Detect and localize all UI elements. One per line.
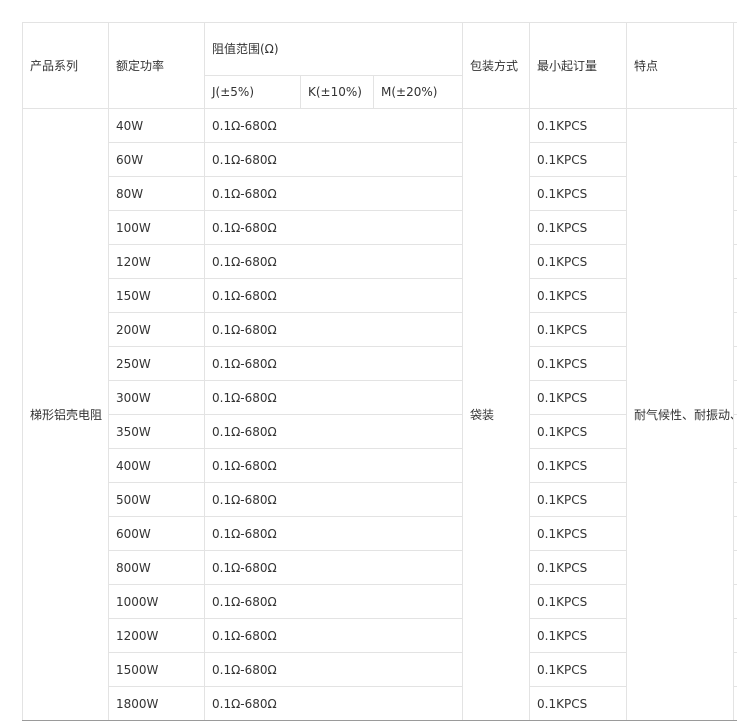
resistance-cell: 0.1Ω-680Ω (205, 415, 463, 449)
resistance-cell: 0.1Ω-680Ω (205, 313, 463, 347)
power-cell: 350W (109, 415, 205, 449)
moq-cell: 0.1KPCS (530, 585, 627, 619)
moq-cell: 0.1KPCS (530, 177, 627, 211)
power-cell: 800W (109, 551, 205, 585)
resistance-cell: 0.1Ω-680Ω (205, 279, 463, 313)
moq-cell: 0.1KPCS (530, 313, 627, 347)
extra-cell (734, 449, 737, 483)
resistance-cell: 0.1Ω-680Ω (205, 143, 463, 177)
power-cell: 40W (109, 109, 205, 143)
extra-cell (734, 483, 737, 517)
header-resistance-range: 阻值范围(Ω) (205, 23, 463, 76)
moq-cell: 0.1KPCS (530, 109, 627, 143)
resistance-cell: 0.1Ω-680Ω (205, 687, 463, 721)
resistance-cell: 0.1Ω-680Ω (205, 449, 463, 483)
extra-cell (734, 381, 737, 415)
moq-cell: 0.1KPCS (530, 653, 627, 687)
extra-cell (734, 177, 737, 211)
header-features: 特点 (627, 23, 734, 109)
extra-cell (734, 313, 737, 347)
resistance-cell: 0.1Ω-680Ω (205, 109, 463, 143)
moq-cell: 0.1KPCS (530, 279, 627, 313)
moq-cell: 0.1KPCS (530, 551, 627, 585)
moq-cell: 0.1KPCS (530, 347, 627, 381)
extra-cell (734, 109, 737, 143)
extra-cell (734, 687, 737, 721)
power-cell: 1500W (109, 653, 205, 687)
extra-cell (734, 211, 737, 245)
power-cell: 400W (109, 449, 205, 483)
power-cell: 60W (109, 143, 205, 177)
power-cell: 600W (109, 517, 205, 551)
power-cell: 150W (109, 279, 205, 313)
power-cell: 300W (109, 381, 205, 415)
header-tolerance-j: J(±5%) (205, 75, 301, 108)
power-cell: 80W (109, 177, 205, 211)
power-cell: 1800W (109, 687, 205, 721)
moq-cell: 0.1KPCS (530, 415, 627, 449)
resistance-cell: 0.1Ω-680Ω (205, 381, 463, 415)
resistance-cell: 0.1Ω-680Ω (205, 653, 463, 687)
power-cell: 250W (109, 347, 205, 381)
table-row: 梯形铝壳电阻40W0.1Ω-680Ω袋装0.1KPCS耐气候性、耐振动、安全性、… (23, 109, 737, 143)
moq-cell: 0.1KPCS (530, 687, 627, 721)
extra-cell (734, 279, 737, 313)
moq-cell: 0.1KPCS (530, 619, 627, 653)
header-packaging: 包装方式 (463, 23, 530, 109)
extra-cell (734, 245, 737, 279)
header-series: 产品系列 (23, 23, 109, 109)
moq-cell: 0.1KPCS (530, 381, 627, 415)
features-cell: 耐气候性、耐振动、安全性、优于传统瓷骨架电阻器。广泛应用于电源、变频器、伺服系统… (627, 109, 734, 721)
moq-cell: 0.1KPCS (530, 211, 627, 245)
power-cell: 100W (109, 211, 205, 245)
series-cell: 梯形铝壳电阻 (23, 109, 109, 721)
power-cell: 1200W (109, 619, 205, 653)
resistance-cell: 0.1Ω-680Ω (205, 347, 463, 381)
moq-cell: 0.1KPCS (530, 143, 627, 177)
moq-cell: 0.1KPCS (530, 517, 627, 551)
extra-cell (734, 415, 737, 449)
header-moq: 最小起订量 (530, 23, 627, 109)
header-extra-cell (734, 23, 737, 109)
power-cell: 120W (109, 245, 205, 279)
extra-cell (734, 143, 737, 177)
resistance-cell: 0.1Ω-680Ω (205, 483, 463, 517)
extra-cell (734, 619, 737, 653)
header-tolerance-k: K(±10%) (301, 75, 374, 108)
extra-cell (734, 517, 737, 551)
extra-cell (734, 585, 737, 619)
resistance-cell: 0.1Ω-680Ω (205, 551, 463, 585)
resistance-cell: 0.1Ω-680Ω (205, 517, 463, 551)
resistance-cell: 0.1Ω-680Ω (205, 585, 463, 619)
power-cell: 500W (109, 483, 205, 517)
moq-cell: 0.1KPCS (530, 449, 627, 483)
extra-cell (734, 551, 737, 585)
resistance-cell: 0.1Ω-680Ω (205, 619, 463, 653)
extra-cell (734, 347, 737, 381)
header-tolerance-m: M(±20%) (374, 75, 463, 108)
resistance-cell: 0.1Ω-680Ω (205, 211, 463, 245)
packaging-cell: 袋装 (463, 109, 530, 721)
header-power: 额定功率 (109, 23, 205, 109)
extra-cell (734, 653, 737, 687)
moq-cell: 0.1KPCS (530, 483, 627, 517)
power-cell: 200W (109, 313, 205, 347)
moq-cell: 0.1KPCS (530, 245, 627, 279)
resistance-cell: 0.1Ω-680Ω (205, 177, 463, 211)
power-cell: 1000W (109, 585, 205, 619)
product-spec-table: 产品系列 额定功率 阻值范围(Ω) 包装方式 最小起订量 特点 J(±5%) K… (22, 22, 737, 721)
resistance-cell: 0.1Ω-680Ω (205, 245, 463, 279)
